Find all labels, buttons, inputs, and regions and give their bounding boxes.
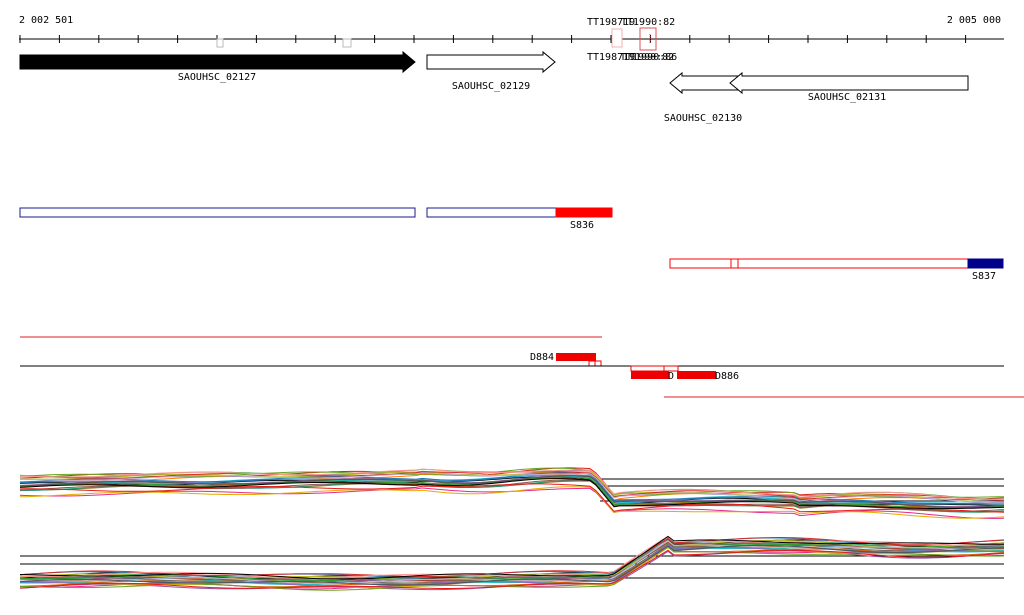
gene-arrow-02131[interactable] — [729, 71, 969, 95]
segment-block-s836[interactable] — [555, 207, 613, 218]
dms-block-d886[interactable] — [677, 371, 716, 379]
reverse-segment-track: S837 — [669, 258, 1004, 282]
segment-block[interactable] — [669, 258, 969, 269]
dms-block[interactable] — [631, 371, 669, 379]
dms-subblock — [588, 360, 596, 367]
segment-label[interactable]: S836 — [570, 220, 594, 231]
ruler-marker-label[interactable]: TT1990:82 — [621, 17, 675, 28]
gene-label[interactable]: SAOUHSC_02129 — [452, 81, 530, 92]
gene-arrow-02127[interactable] — [19, 50, 416, 74]
ruler-marker-label[interactable]: TT1990:86 — [623, 52, 677, 63]
gene-arrow-02130[interactable] — [669, 71, 739, 95]
ruler-end-label: 2 005 000 — [947, 15, 1001, 26]
expression-profile-forward — [19, 467, 1005, 519]
expression-profile-reverse — [19, 535, 1005, 591]
dms-label-d884[interactable]: D884 — [530, 352, 554, 363]
dms-subblock — [630, 365, 667, 372]
segment-label[interactable]: S837 — [972, 271, 996, 282]
ruler-start-label: 2 002 501 — [19, 15, 73, 26]
segment-block-s837[interactable] — [967, 258, 1004, 269]
gene-label[interactable]: SAOUHSC_02130 — [664, 113, 742, 124]
ruler-marker-box — [216, 38, 224, 48]
dms-track: D884 D D886 — [20, 336, 1024, 398]
forward-segment-track: S836 — [19, 207, 613, 231]
dms-subblock — [594, 360, 602, 367]
dms-block-d884[interactable] — [556, 353, 596, 361]
ruler-marker-box — [611, 28, 623, 48]
dms-label-d885[interactable]: D — [668, 371, 674, 382]
gene-arrow-02129[interactable] — [426, 50, 556, 74]
genome-browser-viewer: 2 002 501 2 005 000 TT198719 TT1990:82 T… — [0, 0, 1024, 611]
genome-track-canvas: 2 002 501 2 005 000 TT198719 TT1990:82 T… — [19, 15, 1024, 591]
gene-label[interactable]: SAOUHSC_02127 — [178, 72, 256, 83]
expression-trace — [19, 483, 1005, 513]
ruler-marker-box — [342, 38, 352, 48]
dms-label-d886[interactable]: D886 — [715, 371, 739, 382]
gene-track: SAOUHSC_02127 SAOUHSC_02129 SAOUHSC_0213… — [19, 50, 969, 124]
gene-label[interactable]: SAOUHSC_02131 — [808, 92, 886, 103]
segment-block[interactable] — [426, 207, 557, 218]
segment-block[interactable] — [19, 207, 416, 218]
